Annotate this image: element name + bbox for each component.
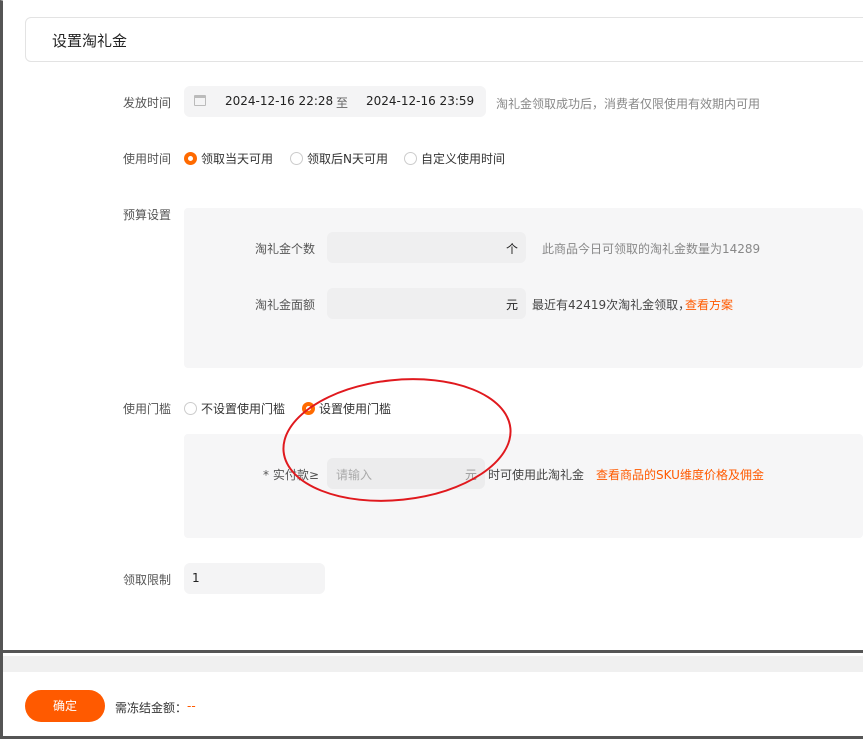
radio-unchecked-icon (404, 152, 417, 165)
view-sku-price-link[interactable]: 查看商品的SKU维度价格及佣金 (596, 466, 764, 483)
range-separator: 至 (336, 96, 349, 110)
budget-label: 预算设置 (123, 208, 172, 222)
end-date[interactable]: 2024-12-16 23:59 (366, 94, 474, 108)
issue-time-hint: 淘礼金领取成功后，消费者仅限使用有效期内可用 (496, 97, 761, 111)
radio-checked-icon (184, 152, 197, 165)
radio-label: 领取当天可用 (201, 152, 274, 166)
amount-unit: 元 (505, 298, 518, 312)
radio-label: 不设置使用门槛 (201, 402, 286, 416)
pay-amount-hint: 时可使用此淘礼金 (488, 468, 585, 482)
radio-unchecked-icon (184, 402, 197, 415)
confirm-button[interactable]: 确定 (25, 690, 105, 722)
start-date[interactable]: 2024-12-16 22:28 (225, 94, 333, 108)
radio-use-after-n-days[interactable]: 领取后N天可用 (290, 150, 388, 167)
count-label: 淘礼金个数 (255, 242, 316, 256)
count-unit: 个 (505, 242, 518, 256)
radio-label: 领取后N天可用 (307, 152, 388, 166)
limit-value[interactable]: 1 (192, 571, 200, 585)
radio-use-custom[interactable]: 自定义使用时间 (404, 150, 505, 167)
threshold-label: 使用门槛 (123, 402, 172, 416)
calendar-icon (194, 95, 206, 106)
page-title: 设置淘礼金 (52, 32, 128, 50)
view-plan-link[interactable]: 查看方案 (685, 296, 733, 313)
amount-label: 淘礼金面额 (255, 298, 316, 312)
radio-no-threshold[interactable]: 不设置使用门槛 (184, 400, 285, 417)
freeze-amount-label: 需冻结金额： (115, 701, 188, 715)
issue-time-label: 发放时间 (123, 96, 172, 110)
radio-use-same-day[interactable]: 领取当天可用 (184, 150, 273, 167)
budget-panel (184, 208, 863, 368)
freeze-amount-value: -- (187, 699, 196, 713)
count-input[interactable]: 个 (327, 232, 526, 263)
radio-label: 自定义使用时间 (421, 152, 506, 166)
use-time-label: 使用时间 (123, 152, 172, 166)
amount-input[interactable]: 元 (327, 288, 526, 319)
date-range-picker[interactable]: 2024-12-16 22:28 至 2024-12-16 23:59 (184, 86, 486, 117)
footer-divider (3, 656, 863, 672)
radio-unchecked-icon (290, 152, 303, 165)
limit-input[interactable]: 1 (184, 563, 325, 594)
page-header: 设置淘礼金 (25, 17, 863, 62)
limit-label: 领取限制 (123, 573, 172, 587)
count-hint: 此商品今日可领取的淘礼金数量为14289 (542, 242, 761, 256)
amount-hint: 最近有42419次淘礼金领取， (532, 298, 691, 312)
